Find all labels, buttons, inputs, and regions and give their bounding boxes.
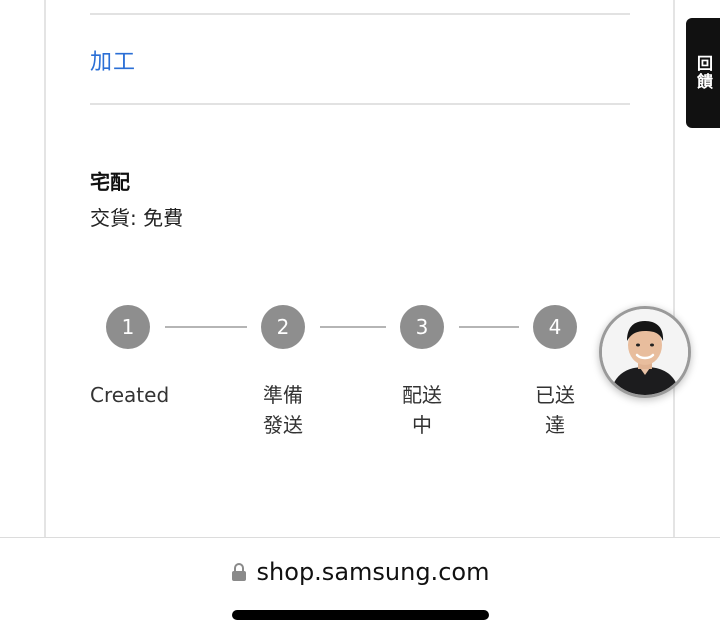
feedback-tab-label: 回饋 [694,55,713,91]
url-display[interactable]: shop.samsung.com [0,558,720,586]
step-connector-3 [459,326,519,328]
step-connector-2 [320,326,386,328]
divider-bottom [90,103,630,105]
step-connector-1 [165,326,247,328]
step-1-circle: 1 [106,305,150,349]
step-1-label: Created [90,380,170,410]
delivery-fee: 交貨: 免費 [90,206,184,230]
step-3-label-line2: 中 [412,413,432,437]
chat-agent-avatar[interactable] [599,306,691,398]
home-indicator[interactable] [232,610,489,620]
step-3-label: 配送 中 [392,380,452,440]
step-2-label-line2: 發送 [263,413,303,437]
delivery-method-title: 宅配 [90,170,130,194]
step-1-label-line1: Created [90,383,170,407]
step-2-circle: 2 [261,305,305,349]
step-4-label: 已送 達 [525,380,585,440]
step-2-label: 準備 發送 [253,380,313,440]
agent-portrait-icon [602,309,688,395]
step-4-label-line2: 達 [545,413,565,437]
url-text: shop.samsung.com [256,558,490,586]
page: 加工 宅配 交貨: 免費 1 2 3 4 Created 準備 發送 配送 中 … [0,0,720,634]
step-4-label-line1: 已送 [535,383,575,407]
browser-address-bar: shop.samsung.com [0,537,720,634]
process-link[interactable]: 加工 [90,44,136,76]
feedback-side-tab[interactable]: 回饋 [686,18,720,128]
panel-right-border [673,0,675,537]
step-4-circle: 4 [533,305,577,349]
step-2-label-line1: 準備 [263,383,303,407]
panel-left-border [44,0,46,537]
step-3-circle: 3 [400,305,444,349]
lock-icon [231,563,246,581]
step-3-label-line1: 配送 [402,383,442,407]
divider-top [90,13,630,15]
